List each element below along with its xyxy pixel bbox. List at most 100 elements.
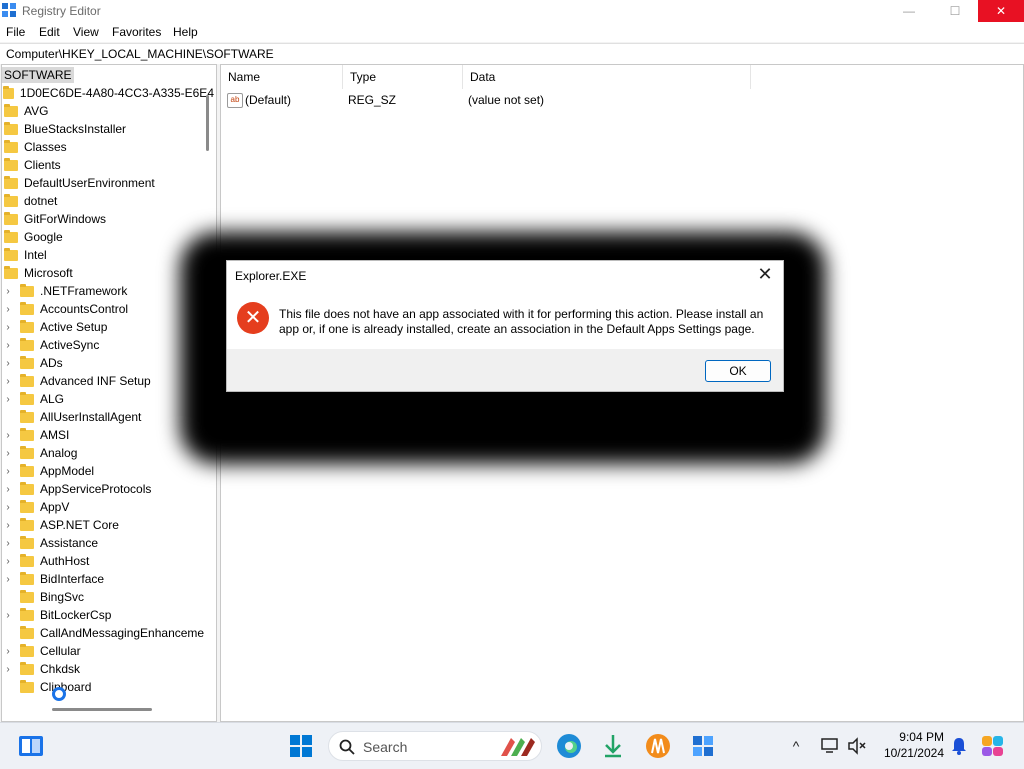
volume-muted-icon[interactable] <box>844 733 870 759</box>
chevron-right-icon[interactable]: › <box>2 466 14 477</box>
tree-item[interactable]: GitForWindows <box>2 210 216 228</box>
folder-icon <box>20 571 34 585</box>
chevron-right-icon[interactable]: › <box>2 394 14 405</box>
start-icon[interactable] <box>288 733 314 759</box>
tree-item-label: Cellular <box>40 644 81 658</box>
chevron-right-icon[interactable]: › <box>2 376 14 387</box>
column-header-data[interactable]: Data <box>463 65 751 89</box>
menu-file[interactable]: File <box>6 25 25 39</box>
tree-item[interactable]: DefaultUserEnvironment <box>2 174 216 192</box>
tree-item[interactable]: Clipboard <box>2 678 216 696</box>
close-button[interactable]: ✕ <box>978 0 1024 22</box>
address-bar[interactable]: Computer\HKEY_LOCAL_MACHINE\SOFTWARE <box>0 43 1024 64</box>
folder-icon <box>20 607 34 621</box>
chevron-right-icon[interactable]: › <box>2 646 14 657</box>
folder-icon <box>4 139 18 153</box>
copilot-icon[interactable] <box>980 733 1006 759</box>
tree-item-label: Analog <box>40 446 78 460</box>
tree-item-label: Advanced INF Setup <box>40 374 151 388</box>
registry-editor-taskbar-icon[interactable] <box>690 733 716 759</box>
chevron-up-icon[interactable]: ^ <box>786 733 806 759</box>
taskbar-search-box[interactable]: Search <box>328 731 542 761</box>
tree-item[interactable]: CallAndMessagingEnhanceme <box>2 624 216 642</box>
minimize-button[interactable]: — <box>886 0 932 22</box>
chevron-right-icon[interactable]: › <box>2 502 14 513</box>
folder-icon <box>20 553 34 567</box>
tree-item[interactable]: › AuthHost <box>2 552 216 570</box>
chevron-right-icon[interactable]: › <box>2 340 14 351</box>
chevron-right-icon[interactable]: › <box>2 574 14 585</box>
table-row[interactable]: ab (Default) REG_SZ (value not set) <box>221 91 781 109</box>
folder-icon <box>20 409 34 423</box>
tree-item-label: Intel <box>24 248 47 262</box>
folder-icon <box>4 157 18 171</box>
tree-item[interactable]: › Chkdsk <box>2 660 216 678</box>
chevron-right-icon[interactable]: › <box>2 484 14 495</box>
dialog-title: Explorer.EXE <box>235 269 307 283</box>
menu-favorites[interactable]: Favorites <box>112 25 161 39</box>
app-orange-icon[interactable] <box>645 733 671 759</box>
tree-item-label: SOFTWARE <box>2 67 74 83</box>
network-icon[interactable] <box>818 733 844 759</box>
tree-item[interactable]: AVG <box>2 102 216 120</box>
address-path[interactable]: Computer\HKEY_LOCAL_MACHINE\SOFTWARE <box>6 47 274 61</box>
tree-item[interactable]: › BidInterface <box>2 570 216 588</box>
loading-cursor-icon <box>52 687 66 701</box>
folder-icon <box>20 301 34 315</box>
tree-item[interactable]: › BitLockerCsp <box>2 606 216 624</box>
tree-item[interactable]: BlueStacksInstaller <box>2 120 216 138</box>
menu-help[interactable]: Help <box>173 25 198 39</box>
chevron-right-icon[interactable]: › <box>2 664 14 675</box>
folder-icon <box>20 463 34 477</box>
dialog-close-button[interactable]: ✕ <box>755 265 775 285</box>
folder-icon <box>20 355 34 369</box>
tree-item[interactable]: › Cellular <box>2 642 216 660</box>
tree-item[interactable]: › Analog <box>2 444 216 462</box>
chevron-right-icon[interactable]: › <box>2 448 14 459</box>
chevron-right-icon[interactable]: › <box>2 430 14 441</box>
tree-item[interactable]: Clients <box>2 156 216 174</box>
chevron-right-icon[interactable]: › <box>2 322 14 333</box>
ok-button[interactable]: OK <box>705 360 771 382</box>
title-bar[interactable]: Registry Editor — ☐ ✕ <box>0 0 1024 22</box>
search-icon <box>339 739 355 755</box>
tree-item[interactable]: 1D0EC6DE-4A80-4CC3-A335-E6E4 <box>2 84 216 102</box>
chevron-right-icon[interactable]: › <box>2 286 14 297</box>
folder-icon <box>4 175 18 189</box>
tree-item[interactable]: › AppServiceProtocols <box>2 480 216 498</box>
clock[interactable]: 9:04 PM 10/21/2024 <box>872 729 944 761</box>
column-header-type[interactable]: Type <box>343 65 463 89</box>
chevron-right-icon[interactable]: › <box>2 610 14 621</box>
menu-view[interactable]: View <box>73 25 99 39</box>
notification-bell-icon[interactable] <box>946 733 972 759</box>
tree-item[interactable]: Classes <box>2 138 216 156</box>
tree-item[interactable]: Google <box>2 228 216 246</box>
folder-icon <box>4 211 18 225</box>
widgets-icon[interactable] <box>18 733 44 759</box>
maximize-button[interactable]: ☐ <box>932 0 978 22</box>
tree-horizontal-scrollbar[interactable] <box>52 708 152 711</box>
chevron-right-icon[interactable]: › <box>2 556 14 567</box>
chevron-right-icon[interactable]: › <box>2 304 14 315</box>
taskbar: Search ^ 9:04 PM 10/21/2024 <box>0 722 1024 769</box>
tree-item[interactable]: › ASP.NET Core <box>2 516 216 534</box>
chevron-right-icon[interactable]: › <box>2 358 14 369</box>
value-type: REG_SZ <box>348 93 397 107</box>
tree-item-label: BingSvc <box>40 590 85 604</box>
column-header-name[interactable]: Name <box>221 65 343 89</box>
tree-item[interactable]: dotnet <box>2 192 216 210</box>
tree-item[interactable]: › Assistance <box>2 534 216 552</box>
tree-vertical-scrollbar[interactable] <box>206 95 209 151</box>
tree-item[interactable]: › AppModel <box>2 462 216 480</box>
chevron-right-icon[interactable]: › <box>2 538 14 549</box>
download-icon[interactable] <box>600 733 626 759</box>
chevron-right-icon[interactable]: › <box>2 520 14 531</box>
menu-edit[interactable]: Edit <box>39 25 60 39</box>
tree-item-label: AllUserInstallAgent <box>40 410 142 424</box>
edge-icon[interactable] <box>556 733 582 759</box>
tree-item[interactable]: › AppV <box>2 498 216 516</box>
clock-time: 9:04 PM <box>899 730 944 744</box>
tree-item[interactable]: BingSvc <box>2 588 216 606</box>
tree-root-software[interactable]: SOFTWARE <box>2 66 216 84</box>
folder-icon <box>20 319 34 333</box>
